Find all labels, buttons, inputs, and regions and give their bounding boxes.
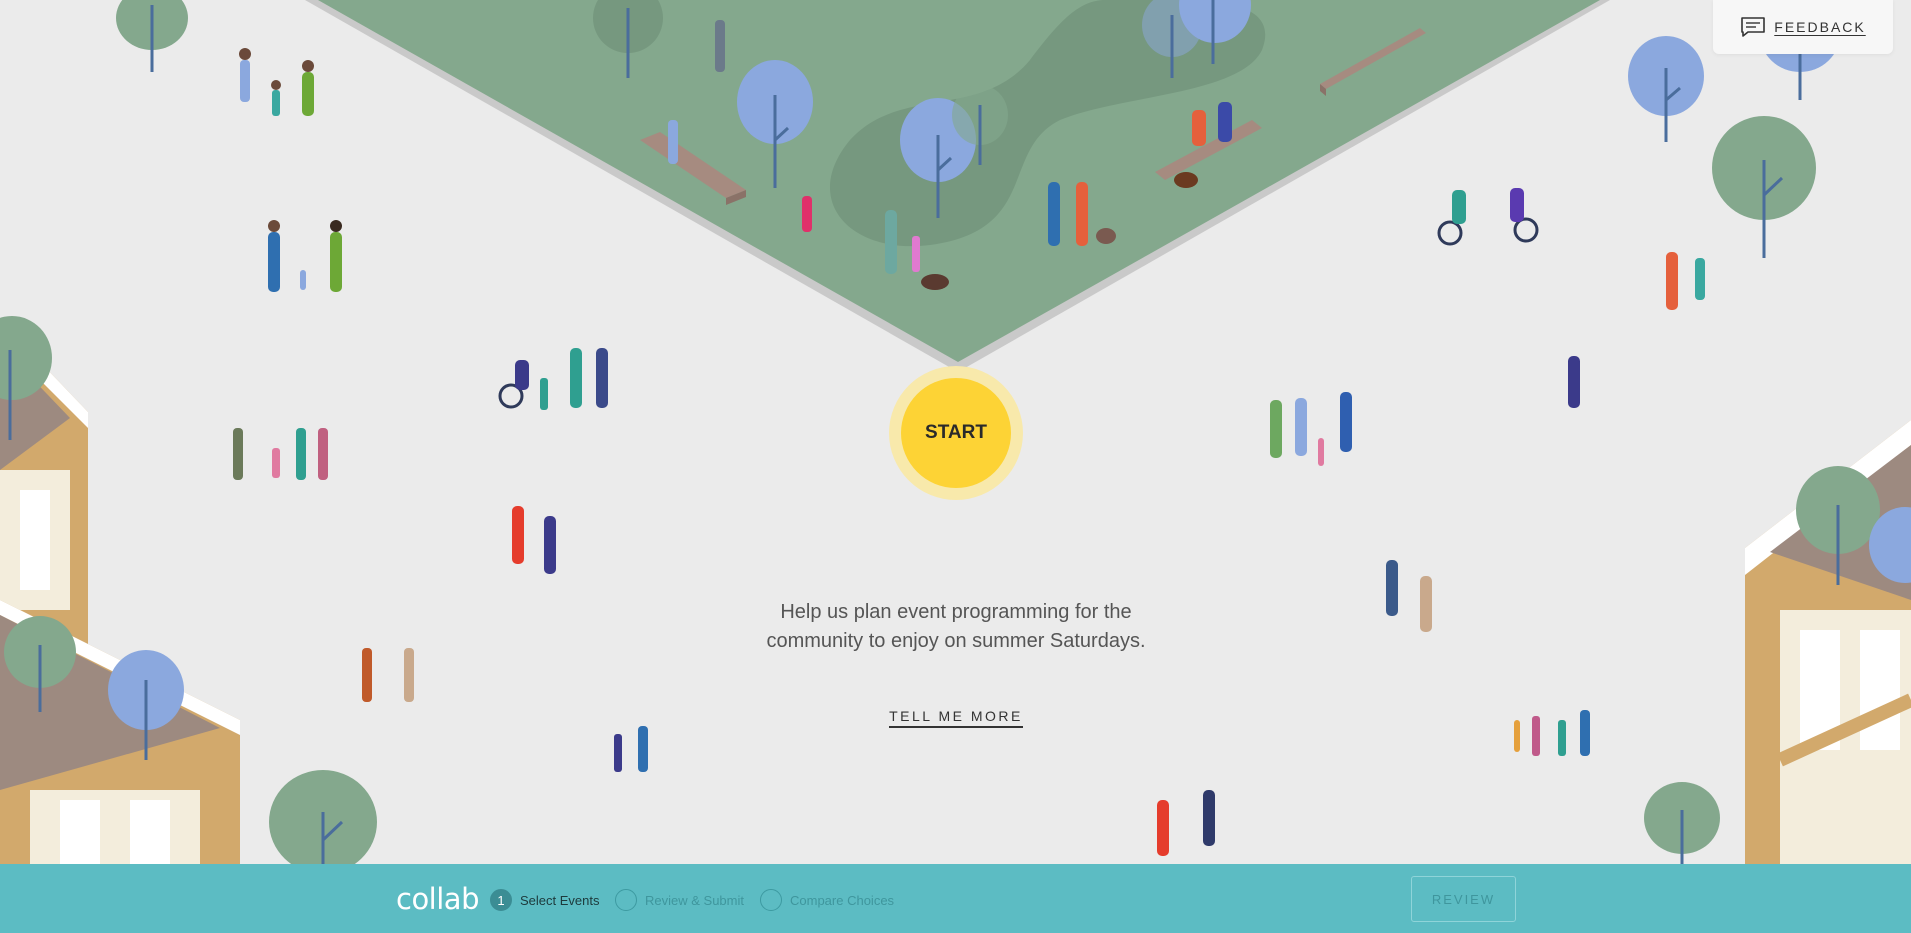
collab-logo: collab xyxy=(396,882,479,916)
people-group-2 xyxy=(268,220,342,292)
tree-right-green xyxy=(1712,116,1816,258)
people-group-5 xyxy=(512,506,556,574)
step-select-events[interactable]: 1 Select Events xyxy=(490,888,600,912)
tell-me-more-link-wrap: TELL ME MORE xyxy=(856,708,1056,728)
review-button[interactable]: REVIEW xyxy=(1411,876,1516,922)
people-group-14 xyxy=(1437,188,1539,246)
tree-right-blue xyxy=(1628,36,1704,142)
people-group-19 xyxy=(1514,710,1590,756)
feedback-label: FEEDBACK xyxy=(1774,19,1866,35)
building-left xyxy=(0,320,240,864)
people-group-9 xyxy=(668,120,678,164)
people-group-15 xyxy=(1666,252,1705,310)
step-2-label: Review & Submit xyxy=(645,892,744,908)
step-3-label: Compare Choices xyxy=(790,892,895,908)
step-compare-choices[interactable]: Compare Choices xyxy=(760,888,894,912)
start-button[interactable]: START xyxy=(901,378,1011,488)
step-3-circle xyxy=(760,889,782,911)
people-group-20 xyxy=(1157,790,1215,856)
intro-text: Help us plan event programming for the c… xyxy=(766,601,1146,652)
people-group-10 xyxy=(802,196,812,232)
step-review-submit[interactable]: Review & Submit xyxy=(615,888,744,912)
step-1-label: Select Events xyxy=(520,892,600,908)
step-2-circle xyxy=(615,889,637,911)
people-group-16 xyxy=(1568,356,1580,408)
tree-bottom-center xyxy=(269,770,377,864)
step-1-number: 1 xyxy=(490,889,512,911)
people-group-3 xyxy=(498,348,608,410)
tree-bottom-right xyxy=(1644,782,1720,864)
people-group-7 xyxy=(614,726,648,772)
people-group-18 xyxy=(1386,560,1432,632)
feedback-button[interactable]: FEEDBACK xyxy=(1713,0,1893,54)
people-group-8 xyxy=(715,20,725,72)
tell-me-more-link[interactable]: TELL ME MORE xyxy=(889,708,1023,728)
feedback-icon xyxy=(1741,17,1766,37)
tree-top-left xyxy=(116,0,188,72)
people-group-6 xyxy=(362,648,414,702)
people-group-1 xyxy=(239,48,314,116)
footer-bar: collab 1 Select Events Review & Submit C… xyxy=(0,864,1911,933)
people-group-4 xyxy=(233,428,328,480)
people-group-17 xyxy=(1270,392,1352,466)
